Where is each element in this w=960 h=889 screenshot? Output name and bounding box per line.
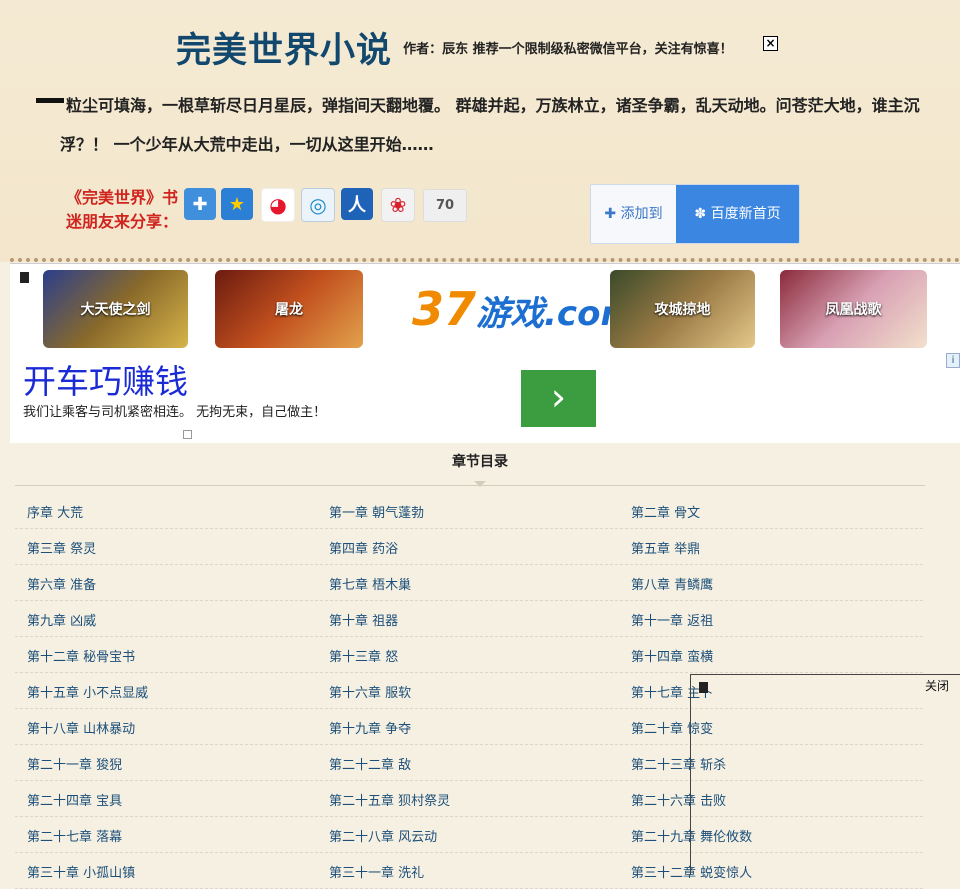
- game-brand-logo[interactable]: 37游戏.com: [412, 282, 636, 336]
- toc-title: 章节目录: [452, 454, 508, 470]
- table-row: 第九章 凶威 第十章 祖器 第十一章 返祖: [15, 601, 923, 637]
- game-tile-label: 屠龙: [275, 302, 303, 318]
- chapter-link[interactable]: 第十章 祖器: [329, 610, 398, 629]
- paw-icon: ✽: [694, 206, 711, 222]
- chapter-link[interactable]: 第二十一章 狻猊: [27, 754, 122, 773]
- chapter-link[interactable]: 第二十七章 落幕: [27, 826, 122, 845]
- toc-divider: [15, 485, 925, 486]
- chapter-link[interactable]: 第二十八章 风云动: [329, 826, 437, 845]
- table-row: 序章 大荒 第一章 朝气蓬勃 第二章 骨文: [15, 493, 923, 529]
- chapter-link[interactable]: 第五章 举鼎: [631, 538, 700, 557]
- baidu-add-button[interactable]: ✚ 添加到: [591, 185, 676, 243]
- page-title[interactable]: 完美世界小说: [176, 31, 392, 71]
- chapter-link[interactable]: 第十四章 蛮横: [631, 646, 713, 665]
- baidu-home-button[interactable]: ✽ 百度新首页: [676, 185, 799, 243]
- toc-caret-icon: [474, 481, 486, 487]
- baidu-add-widget[interactable]: ✚ 添加到 ✽ 百度新首页: [590, 184, 800, 244]
- chapter-link[interactable]: 第二十五章 狈村祭灵: [329, 790, 450, 809]
- chapter-link[interactable]: 第三十章 小孤山镇: [27, 862, 135, 881]
- header-divider: [10, 258, 960, 262]
- baidu-home-label: 百度新首页: [710, 206, 781, 222]
- chapter-link[interactable]: 第三章 祭灵: [27, 538, 96, 557]
- renren-icon[interactable]: 人: [341, 188, 373, 220]
- chapter-link[interactable]: 第二十四章 宝具: [27, 790, 122, 809]
- table-row: 第十二章 秘骨宝书 第十三章 怒 第十四章 蛮横: [15, 637, 923, 673]
- chapter-link[interactable]: 第十六章 服软: [329, 682, 411, 701]
- chapter-link[interactable]: 第九章 凶威: [27, 610, 96, 629]
- chapter-link[interactable]: 第二十二章 敌: [329, 754, 411, 773]
- tencent-weibo-icon[interactable]: ◎: [301, 188, 335, 222]
- weibo-icon[interactable]: ◕: [261, 188, 295, 222]
- book-description: 粒尘可填海，一根草斩尽日月星辰，弹指间天翻地覆。 群雄并起，万族林立，诸圣争霸，…: [60, 96, 920, 154]
- brand-main: 37: [412, 282, 477, 336]
- ad-description: 我们让乘客与司机紧密相连。 无拘无束，自己做主！: [23, 405, 327, 420]
- game-tile-label: 大天使之剑: [80, 302, 151, 318]
- chapter-link[interactable]: 第三十一章 洗礼: [329, 862, 424, 881]
- chapter-link[interactable]: 第二章 骨文: [631, 502, 700, 521]
- floating-ad-close-button[interactable]: 关闭: [925, 677, 949, 694]
- chapter-link[interactable]: 第六章 准备: [27, 574, 96, 593]
- chapter-link[interactable]: 第十三章 怒: [329, 646, 398, 665]
- qzone-icon[interactable]: ★: [221, 188, 253, 220]
- ad-marker-icon: [20, 272, 29, 283]
- chapter-link[interactable]: 第十九章 争夺: [329, 718, 411, 737]
- game-tile-4[interactable]: 凤凰战歌: [780, 270, 927, 348]
- ad-marker-icon: [699, 682, 708, 693]
- chapter-link[interactable]: 第十二章 秘骨宝书: [27, 646, 135, 665]
- chapter-link[interactable]: 第十一章 返祖: [631, 610, 713, 629]
- chapter-link[interactable]: 第一章 朝气蓬勃: [329, 502, 424, 521]
- chapter-link[interactable]: 序章 大荒: [27, 502, 83, 521]
- game-ad-banner[interactable]: 大天使之剑 屠龙 37游戏.com 攻城掠地 凤凰战歌: [10, 263, 960, 354]
- close-icon[interactable]: ×: [763, 36, 778, 51]
- chapter-link[interactable]: 第八章 青鳞鹰: [631, 574, 713, 593]
- ad-checkbox[interactable]: [183, 430, 192, 439]
- chapter-link[interactable]: 第十五章 小不点显威: [27, 682, 148, 701]
- more-share-icon[interactable]: ✚: [184, 188, 216, 220]
- chapter-link[interactable]: 第七章 梧木巢: [329, 574, 411, 593]
- chapter-link[interactable]: 第四章 药浴: [329, 538, 398, 557]
- floating-ad[interactable]: 关闭: [690, 674, 960, 875]
- game-tile-label: 凤凰战歌: [825, 302, 882, 318]
- share-label: 《完美世界》书迷朋友来分享：: [65, 188, 178, 231]
- game-tile-2[interactable]: 屠龙: [215, 270, 363, 348]
- ad-headline[interactable]: 开车巧赚钱: [23, 355, 188, 403]
- table-row: 第六章 准备 第七章 梧木巢 第八章 青鳞鹰: [15, 565, 923, 601]
- share-count: 70: [423, 189, 467, 222]
- game-tile-label: 攻城掠地: [654, 302, 711, 318]
- chapter-link[interactable]: 第十八章 山林暴动: [27, 718, 135, 737]
- game-tile-1[interactable]: 大天使之剑: [43, 270, 188, 348]
- page-header: 完美世界小说 作者：辰东 推荐一个限制级私密微信平台，关注有惊喜！ × 粒尘可填…: [0, 0, 960, 262]
- netease-icon[interactable]: ❀: [381, 188, 415, 222]
- ad-go-button[interactable]: ›: [521, 370, 596, 427]
- game-tile-3[interactable]: 攻城掠地: [610, 270, 755, 348]
- author-line: 作者：辰东 推荐一个限制级私密微信平台，关注有惊喜！: [403, 42, 733, 57]
- title-row: 完美世界小说 作者：辰东 推荐一个限制级私密微信平台，关注有惊喜！: [176, 22, 733, 72]
- text-ad[interactable]: 开车巧赚钱 我们让乘客与司机紧密相连。 无拘无束，自己做主！ › i: [10, 353, 960, 443]
- table-row: 第三章 祭灵 第四章 药浴 第五章 举鼎: [15, 529, 923, 565]
- ad-info-icon[interactable]: i: [946, 353, 960, 368]
